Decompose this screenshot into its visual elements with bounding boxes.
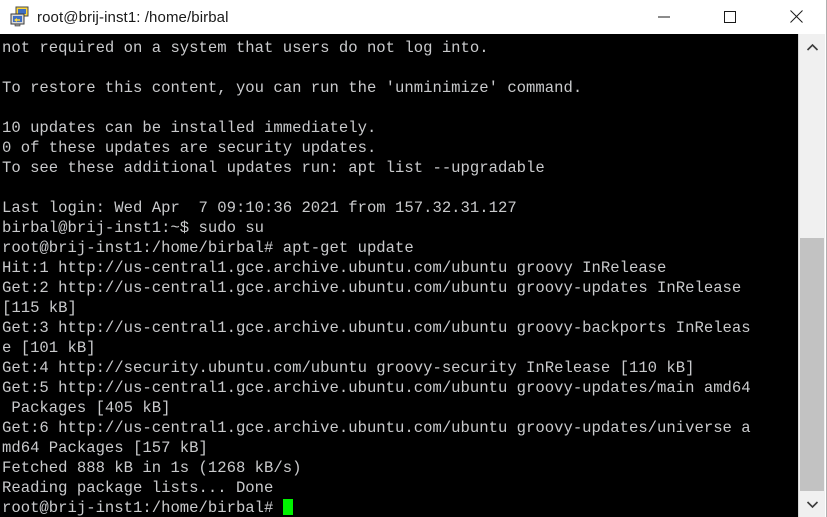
maximize-button[interactable] <box>707 0 753 33</box>
scrollbar-thumb[interactable] <box>800 238 824 513</box>
terminal-output-area[interactable]: not required on a system that users do n… <box>0 34 799 517</box>
putty-terminal-icon <box>9 6 31 28</box>
text-cursor <box>282 499 293 515</box>
minimize-icon <box>658 16 670 17</box>
minimize-button[interactable] <box>641 0 687 33</box>
scroll-up-button[interactable] <box>799 34 825 60</box>
scroll-down-button[interactable] <box>799 491 825 517</box>
putty-terminal-window: root@brij-inst1: /home/birbal not requir… <box>0 0 827 517</box>
terminal-scrollbar[interactable] <box>798 34 825 517</box>
maximize-icon <box>724 10 736 23</box>
chevron-up-icon <box>806 43 818 51</box>
close-button[interactable] <box>773 0 819 33</box>
window-title: root@brij-inst1: /home/birbal <box>37 8 229 26</box>
terminal-scrollback: not required on a system that users do n… <box>2 39 751 497</box>
shell-prompt: root@brij-inst1:/home/birbal# <box>2 499 283 517</box>
window-titlebar[interactable]: root@brij-inst1: /home/birbal <box>0 0 826 34</box>
close-icon <box>789 10 803 23</box>
terminal-text: not required on a system that users do n… <box>0 34 799 517</box>
scrollbar-track[interactable] <box>799 60 825 513</box>
chevron-down-icon <box>806 500 818 508</box>
